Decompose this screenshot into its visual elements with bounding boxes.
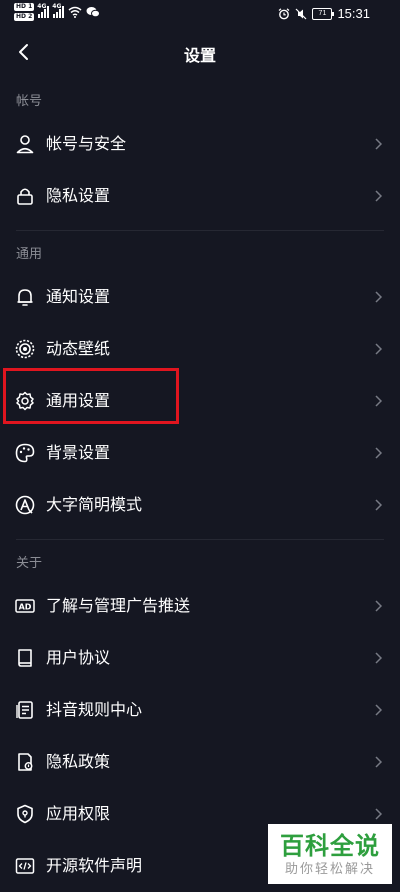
wifi-icon [68, 6, 82, 18]
chevron-right-icon [375, 600, 383, 612]
row-label: 帐号与安全 [46, 134, 127, 153]
book-icon [18, 649, 32, 667]
chevron-right-icon [375, 291, 383, 303]
chevron-right-icon [375, 499, 383, 511]
chevron-right-icon [375, 343, 383, 355]
row-privacy-settings[interactable]: 隐私设置 [0, 170, 400, 222]
status-right: 71 15:31 [278, 6, 370, 21]
row-background-settings[interactable]: 背景设置 [0, 427, 400, 479]
chevron-right-icon [375, 808, 383, 820]
chevron-right-icon [375, 395, 383, 407]
row-label: 开源软件声明 [46, 856, 143, 875]
shield-icon [17, 804, 33, 824]
row-user-agreement[interactable]: 用户协议 [0, 632, 400, 684]
row-label: 抖音规则中心 [46, 700, 143, 719]
signal-bar [44, 9, 47, 18]
row-label: 大字简明模式 [46, 495, 143, 514]
divider [16, 230, 384, 231]
page-title: 设置 [183, 46, 216, 65]
palette-icon [15, 443, 35, 463]
hd2-badge: HD 2 [14, 13, 35, 21]
row-ad-management[interactable]: AD 了解与管理广告推送 [0, 580, 400, 632]
chevron-right-icon [375, 704, 383, 716]
row-label: 背景设置 [46, 443, 111, 462]
wechat-icon [86, 7, 101, 18]
svg-text:AD: AD [19, 603, 32, 612]
bell-icon [17, 289, 33, 306]
section-label-about: 关于 [16, 556, 43, 571]
watermark-subtitle: 助你轻松解决 [284, 862, 375, 877]
status-bar: HD 1 HD 2 4G 4G 71 15:31 [0, 0, 400, 30]
signal-bar [56, 12, 59, 18]
privacy-doc-icon [18, 753, 33, 771]
highlight-box [3, 368, 179, 424]
mute-icon [296, 8, 307, 19]
signal-bar [62, 6, 65, 18]
watermark-title: 百科全说 [280, 832, 380, 860]
signal-bar [38, 14, 41, 18]
status-left: HD 1 HD 2 4G 4G [14, 3, 101, 21]
signal-bar [59, 9, 62, 18]
settings-list: 帐号 帐号与安全 隐私设置 通用 通知设置 动态壁纸 通用设置 背景设置 大字简… [0, 86, 400, 892]
hd1-badge: HD 1 [14, 3, 35, 11]
section-label-general: 通用 [16, 247, 43, 262]
row-label: 隐私政策 [46, 752, 111, 771]
wallpaper-icon [15, 339, 35, 359]
signal-bar [53, 14, 56, 18]
signal-bar [41, 12, 44, 18]
row-label: 应用权限 [46, 804, 111, 823]
row-label: 通知设置 [46, 287, 111, 306]
watermark-logo: 百科全说 助你轻松解决 [268, 824, 392, 884]
alarm-icon [279, 7, 290, 19]
chevron-right-icon [375, 138, 383, 150]
row-large-font-mode[interactable]: 大字简明模式 [0, 479, 400, 531]
signal-bar [47, 6, 50, 18]
row-privacy-policy[interactable]: 隐私政策 [0, 736, 400, 788]
chevron-right-icon [375, 652, 383, 664]
row-label: 隐私设置 [46, 186, 111, 205]
battery-icon: 71 [312, 7, 335, 20]
network-type-1: 4G [37, 3, 47, 10]
section-label-account: 帐号 [16, 94, 43, 109]
chevron-right-icon [375, 756, 383, 768]
font-size-icon [15, 495, 35, 515]
document-icon [16, 701, 33, 719]
chevron-right-icon [375, 447, 383, 459]
header: 设置 [0, 30, 400, 76]
lock-icon [17, 188, 33, 205]
divider [16, 539, 384, 540]
user-icon [16, 135, 34, 154]
row-label: 用户协议 [46, 648, 111, 667]
signal-icon-1: 4G [37, 3, 50, 18]
row-label: 了解与管理广告推送 [46, 596, 191, 615]
row-account-security[interactable]: 帐号与安全 [0, 118, 400, 170]
chevron-right-icon [375, 190, 383, 202]
row-notification-settings[interactable]: 通知设置 [0, 271, 400, 323]
ad-icon: AD [15, 599, 35, 613]
row-rules-center[interactable]: 抖音规则中心 [0, 684, 400, 736]
code-icon [15, 858, 35, 874]
clock: 15:31 [337, 6, 370, 21]
hd-indicators: HD 1 HD 2 [14, 3, 35, 21]
signal-icon-2: 4G [52, 3, 65, 18]
network-type-2: 4G [52, 3, 62, 10]
